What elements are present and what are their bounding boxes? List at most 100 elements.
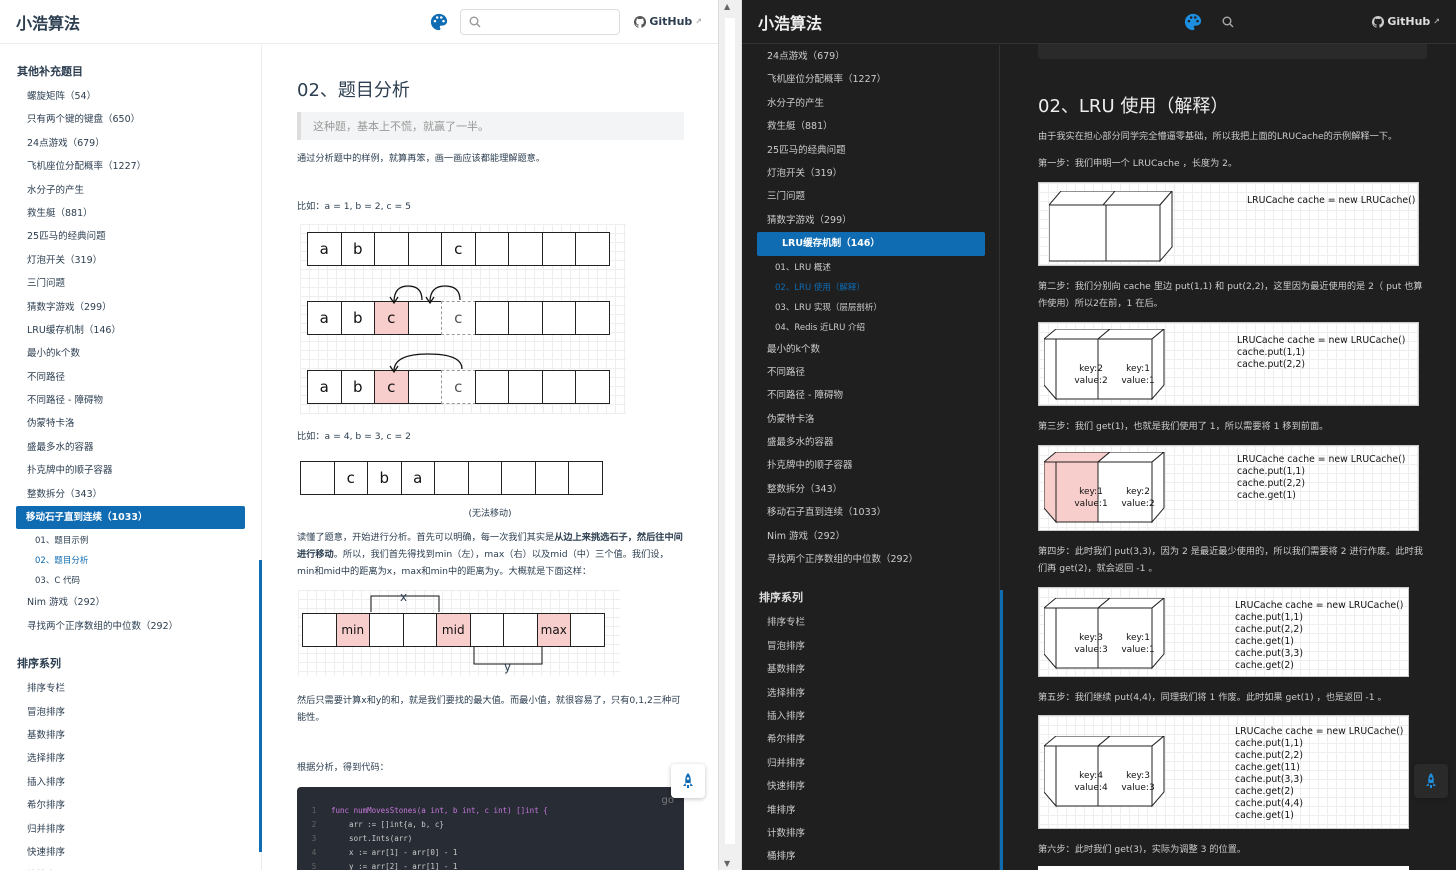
sidebar-subitem[interactable]: 02、LRU 使用（解释） <box>742 278 999 298</box>
scroll-down-icon[interactable]: ▼ <box>724 859 730 868</box>
line-number: 5 <box>311 862 317 870</box>
sidebar-item[interactable]: 三门问题 <box>742 185 999 208</box>
diagram-min-mid-max: min mid max x y <box>298 590 620 676</box>
sidebar-item[interactable]: 归并排序 <box>742 752 999 775</box>
palette-icon[interactable] <box>430 13 448 31</box>
sidebar-item[interactable]: 螺旋矩阵（54） <box>0 85 261 108</box>
sidebar-item[interactable]: 三门问题 <box>0 272 261 295</box>
sidebar-item[interactable]: Nim 游戏（292） <box>0 591 261 614</box>
paragraph: 第二步：我们分别向 cache 里边 put(1,1) 和 put(2,2)，这… <box>1038 281 1423 309</box>
github-link[interactable]: GitHub ↗ <box>1372 15 1440 28</box>
sidebar-group-title[interactable]: 其他补充题目 <box>0 59 261 85</box>
sidebar-item[interactable]: 最小的k个数 <box>742 338 999 361</box>
sidebar-scroll-indicator[interactable] <box>259 560 262 852</box>
sidebar-item[interactable]: 只有两个键的键盘（650） <box>0 108 261 131</box>
sidebar-subitem[interactable]: 03、C 代码 <box>0 571 261 591</box>
sidebar-item[interactable]: 最小的k个数 <box>0 342 261 365</box>
sidebar-item[interactable]: 希尔排序 <box>742 728 999 751</box>
sidebar-group-title[interactable]: 排序系列 <box>742 585 999 611</box>
sidebar-subitem[interactable]: 01、LRU 概述 <box>742 258 999 278</box>
sidebar-item[interactable]: 桶排序 <box>742 845 999 868</box>
sidebar-item[interactable]: 希尔排序 <box>0 794 261 817</box>
sidebar-item-active[interactable]: 移动石子直到连续（1033） <box>16 506 245 530</box>
search-input[interactable] <box>487 15 608 28</box>
sidebar-item[interactable]: 伪蒙特卡洛 <box>0 412 261 435</box>
sidebar-item[interactable]: LRU缓存机制（146） <box>0 319 261 342</box>
sidebar-item[interactable]: 堆排序 <box>742 799 999 822</box>
sidebar-item[interactable]: 24点游戏（679） <box>742 45 999 68</box>
sidebar-item-active[interactable]: LRU缓存机制（146） <box>757 232 985 256</box>
sidebar-subitem[interactable]: 01、题目示例 <box>0 531 261 551</box>
sidebar-item[interactable]: 不同路径 <box>742 361 999 384</box>
sidebar-item[interactable]: 伪蒙特卡洛 <box>742 408 999 431</box>
top-navbar: 小浩算法 GitHub ↗ <box>742 0 1456 44</box>
sidebar-item[interactable]: 飞机座位分配概率（1227） <box>742 68 999 91</box>
sidebar-item[interactable]: 堆排序 <box>0 864 261 870</box>
sidebar-item[interactable]: 25匹马的经典问题 <box>0 225 261 248</box>
sidebar-item[interactable]: 归并排序 <box>0 818 261 841</box>
sidebar-item[interactable]: 水分子的产生 <box>0 179 261 202</box>
search-box[interactable] <box>1214 9 1242 35</box>
github-link[interactable]: GitHub ↗ <box>634 15 702 28</box>
paragraph-text: 读懂了题意，开始进行分析。首先可以明确，每一次我们其实是 <box>297 532 555 543</box>
node-value: value:1 <box>1121 645 1155 655</box>
cache-node: key:1 value:1 <box>1114 632 1162 656</box>
sidebar-item[interactable]: 24点游戏（679） <box>0 132 261 155</box>
sidebar-item[interactable]: 不同路径 - 障碍物 <box>0 389 261 412</box>
sidebar-item[interactable]: 盛最多水的容器 <box>742 431 999 454</box>
sidebar-item[interactable]: 猜数字游戏（299） <box>742 209 999 232</box>
sidebar-item[interactable]: 猜数字游戏（299） <box>0 296 261 319</box>
sidebar-item[interactable]: 快速排序 <box>742 775 999 798</box>
sidebar-subitem[interactable]: 02、题目分析 <box>0 551 261 571</box>
move-arrows <box>389 285 463 374</box>
code-block[interactable]: go 1 func numMovesStones(a int, b int, c … <box>297 787 684 870</box>
sidebar-item[interactable]: 基数排序 <box>0 724 261 747</box>
sidebar-item[interactable]: Nim 游戏（292） <box>742 525 999 548</box>
sidebar-item[interactable]: 排序专栏 <box>0 677 261 700</box>
sidebar-item[interactable]: 排序专栏 <box>742 611 999 634</box>
sidebar-item[interactable]: 插入排序 <box>0 771 261 794</box>
sidebar-item[interactable]: 插入排序 <box>742 705 999 728</box>
sidebar-item[interactable]: 寻找两个正序数组的中位数（292） <box>0 615 261 638</box>
site-logo[interactable]: 小浩算法 <box>16 10 430 34</box>
sidebar-item[interactable]: 灯泡开关（319） <box>742 162 999 185</box>
sidebar-item[interactable]: 灯泡开关（319） <box>0 249 261 272</box>
sidebar-item[interactable]: 不同路径 - 障碍物 <box>742 384 999 407</box>
sidebar-item[interactable]: 飞机座位分配概率（1227） <box>0 155 261 178</box>
sidebar-item[interactable]: 选择排序 <box>742 682 999 705</box>
sidebar-item[interactable]: 整数拆分（343） <box>0 483 261 506</box>
sidebar-item[interactable]: 盛最多水的容器 <box>0 436 261 459</box>
sidebar-item[interactable]: 不同路径 <box>0 366 261 389</box>
blockquote: 这种题，基本上不慌，就赢了一半。 <box>297 112 684 140</box>
sidebar-item[interactable]: 扑克牌中的顺子容器 <box>0 459 261 482</box>
sidebar-item[interactable]: 冒泡排序 <box>0 701 261 724</box>
search-box[interactable] <box>460 8 621 35</box>
sidebar-subitem[interactable]: 04、Redis 近LRU 介绍 <box>742 318 999 338</box>
sidebar-group-title[interactable]: 排序系列 <box>0 651 261 677</box>
top-navbar: 小浩算法 GitHub ↗ <box>0 0 718 44</box>
sidebar-subitem[interactable]: 03、LRU 实现（层层剖析） <box>742 298 999 318</box>
scrollbar-thumb[interactable] <box>725 18 735 844</box>
sidebar-item[interactable]: 冒泡排序 <box>742 635 999 658</box>
search-icon <box>1222 16 1234 27</box>
sidebar-item[interactable]: 移动石子直到连续（1033） <box>742 501 999 524</box>
cell-row: c b a <box>300 461 603 495</box>
sidebar-item[interactable]: 救生艇（881） <box>0 202 261 225</box>
sidebar-item[interactable]: 寻找两个正序数组的中位数（292） <box>742 548 999 571</box>
sidebar-item[interactable]: 救生艇（881） <box>742 115 999 138</box>
sidebar-item[interactable]: 扑克牌中的顺子容器 <box>742 454 999 477</box>
back-to-top-button[interactable] <box>1414 764 1448 798</box>
sidebar-item[interactable]: 水分子的产生 <box>742 92 999 115</box>
sidebar-item[interactable]: 25匹马的经典问题 <box>742 139 999 162</box>
site-logo[interactable]: 小浩算法 <box>758 10 1184 34</box>
sidebar-item[interactable]: 计数排序 <box>742 822 999 845</box>
sidebar-item[interactable]: 快速排序 <box>0 841 261 864</box>
lru-code: LRUCache cache = new LRUCache() cache.pu… <box>1235 600 1404 671</box>
sidebar-item[interactable]: 整数拆分（343） <box>742 478 999 501</box>
back-to-top-button[interactable] <box>671 764 705 798</box>
sidebar-item[interactable]: 选择排序 <box>0 747 261 770</box>
palette-icon[interactable] <box>1184 13 1202 31</box>
sidebar-item[interactable]: 基数排序 <box>742 658 999 681</box>
window-scrollbar[interactable]: ▲ ▼ <box>718 0 742 870</box>
scroll-up-icon[interactable]: ▲ <box>724 2 730 11</box>
